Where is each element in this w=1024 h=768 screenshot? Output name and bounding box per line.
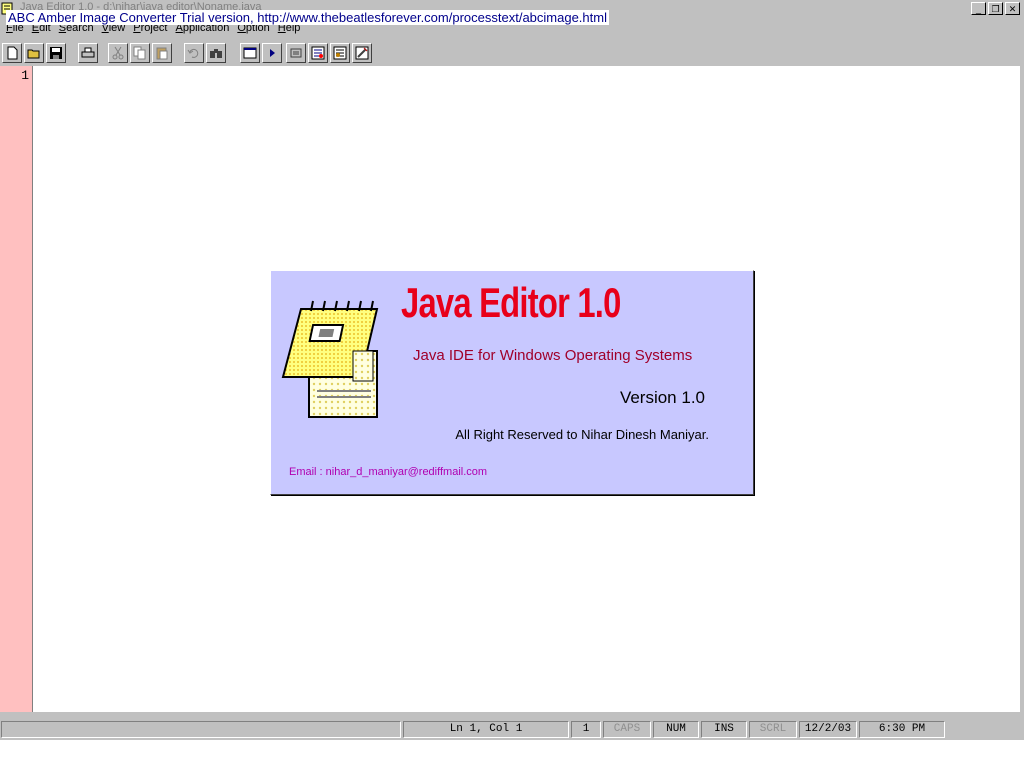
splash-version: Version 1.0 [619, 388, 705, 407]
open-folder-icon [27, 49, 40, 59]
cut-icon [112, 46, 124, 60]
new-file-button[interactable] [2, 43, 22, 63]
copy-icon [133, 46, 146, 60]
status-caps: CAPS [603, 721, 651, 738]
compile-icon [290, 48, 302, 58]
splash-copyright: All Right Reserved to Nihar Dinesh Maniy… [455, 427, 709, 442]
find-button[interactable] [206, 43, 226, 63]
new-file-icon [7, 46, 18, 60]
status-num: NUM [653, 721, 699, 738]
close-icon[interactable]: ✕ [1005, 2, 1020, 15]
line-number: 1 [21, 68, 29, 83]
undo-icon [187, 48, 199, 58]
status-position: Ln 1, Col 1 [403, 721, 569, 738]
line-number-gutter: 1 [0, 66, 33, 712]
splash-title: Java Editor 1.0 [401, 279, 621, 326]
applet-button[interactable] [308, 43, 328, 63]
open-button[interactable] [24, 43, 44, 63]
toolbar [0, 40, 1024, 66]
status-ins: INS [701, 721, 747, 738]
status-date: 12/2/03 [799, 721, 857, 738]
print-icon [81, 47, 95, 58]
minimize-icon[interactable]: _ [971, 2, 986, 15]
status-bar: Ln 1, Col 1 1 CAPS NUM INS SCRL 12/2/03 … [0, 720, 1024, 740]
compile-button[interactable] [286, 43, 306, 63]
applet-icon [311, 46, 325, 60]
watermark-banner: ABC Amber Image Converter Trial version,… [6, 10, 609, 25]
desktop-area [0, 740, 1024, 768]
print-button[interactable] [78, 43, 98, 63]
tools-button[interactable] [352, 43, 372, 63]
splash-email: Email : nihar_d_maniyar@rediffmail.com [289, 466, 488, 478]
run-button[interactable] [262, 43, 282, 63]
save-button[interactable] [46, 43, 66, 63]
tools-icon [355, 46, 369, 60]
status-time: 6:30 PM [859, 721, 945, 738]
status-scrl: SCRL [749, 721, 797, 738]
run-icon [270, 49, 275, 57]
cut-button[interactable] [108, 43, 128, 63]
window-edge [1020, 66, 1024, 712]
status-count: 1 [571, 721, 601, 738]
undo-button[interactable] [184, 43, 204, 63]
paste-button[interactable] [152, 43, 172, 63]
status-message [1, 721, 401, 738]
splash-subtitle: Java IDE for Windows Operating Systems [413, 347, 693, 364]
save-icon [50, 47, 62, 59]
splash-dialog: Java Editor 1.0 Java IDE for Windows Ope… [270, 270, 754, 495]
debug-icon [333, 46, 347, 60]
find-icon [210, 49, 222, 58]
editor-bottom-border [0, 712, 1024, 720]
paste-icon [156, 47, 168, 60]
notepad-logo-icon [281, 300, 379, 418]
restore-icon[interactable]: ❐ [988, 2, 1003, 15]
window-icon [243, 47, 257, 59]
copy-button[interactable] [130, 43, 150, 63]
debug-button[interactable] [330, 43, 350, 63]
window-button[interactable] [240, 43, 260, 63]
